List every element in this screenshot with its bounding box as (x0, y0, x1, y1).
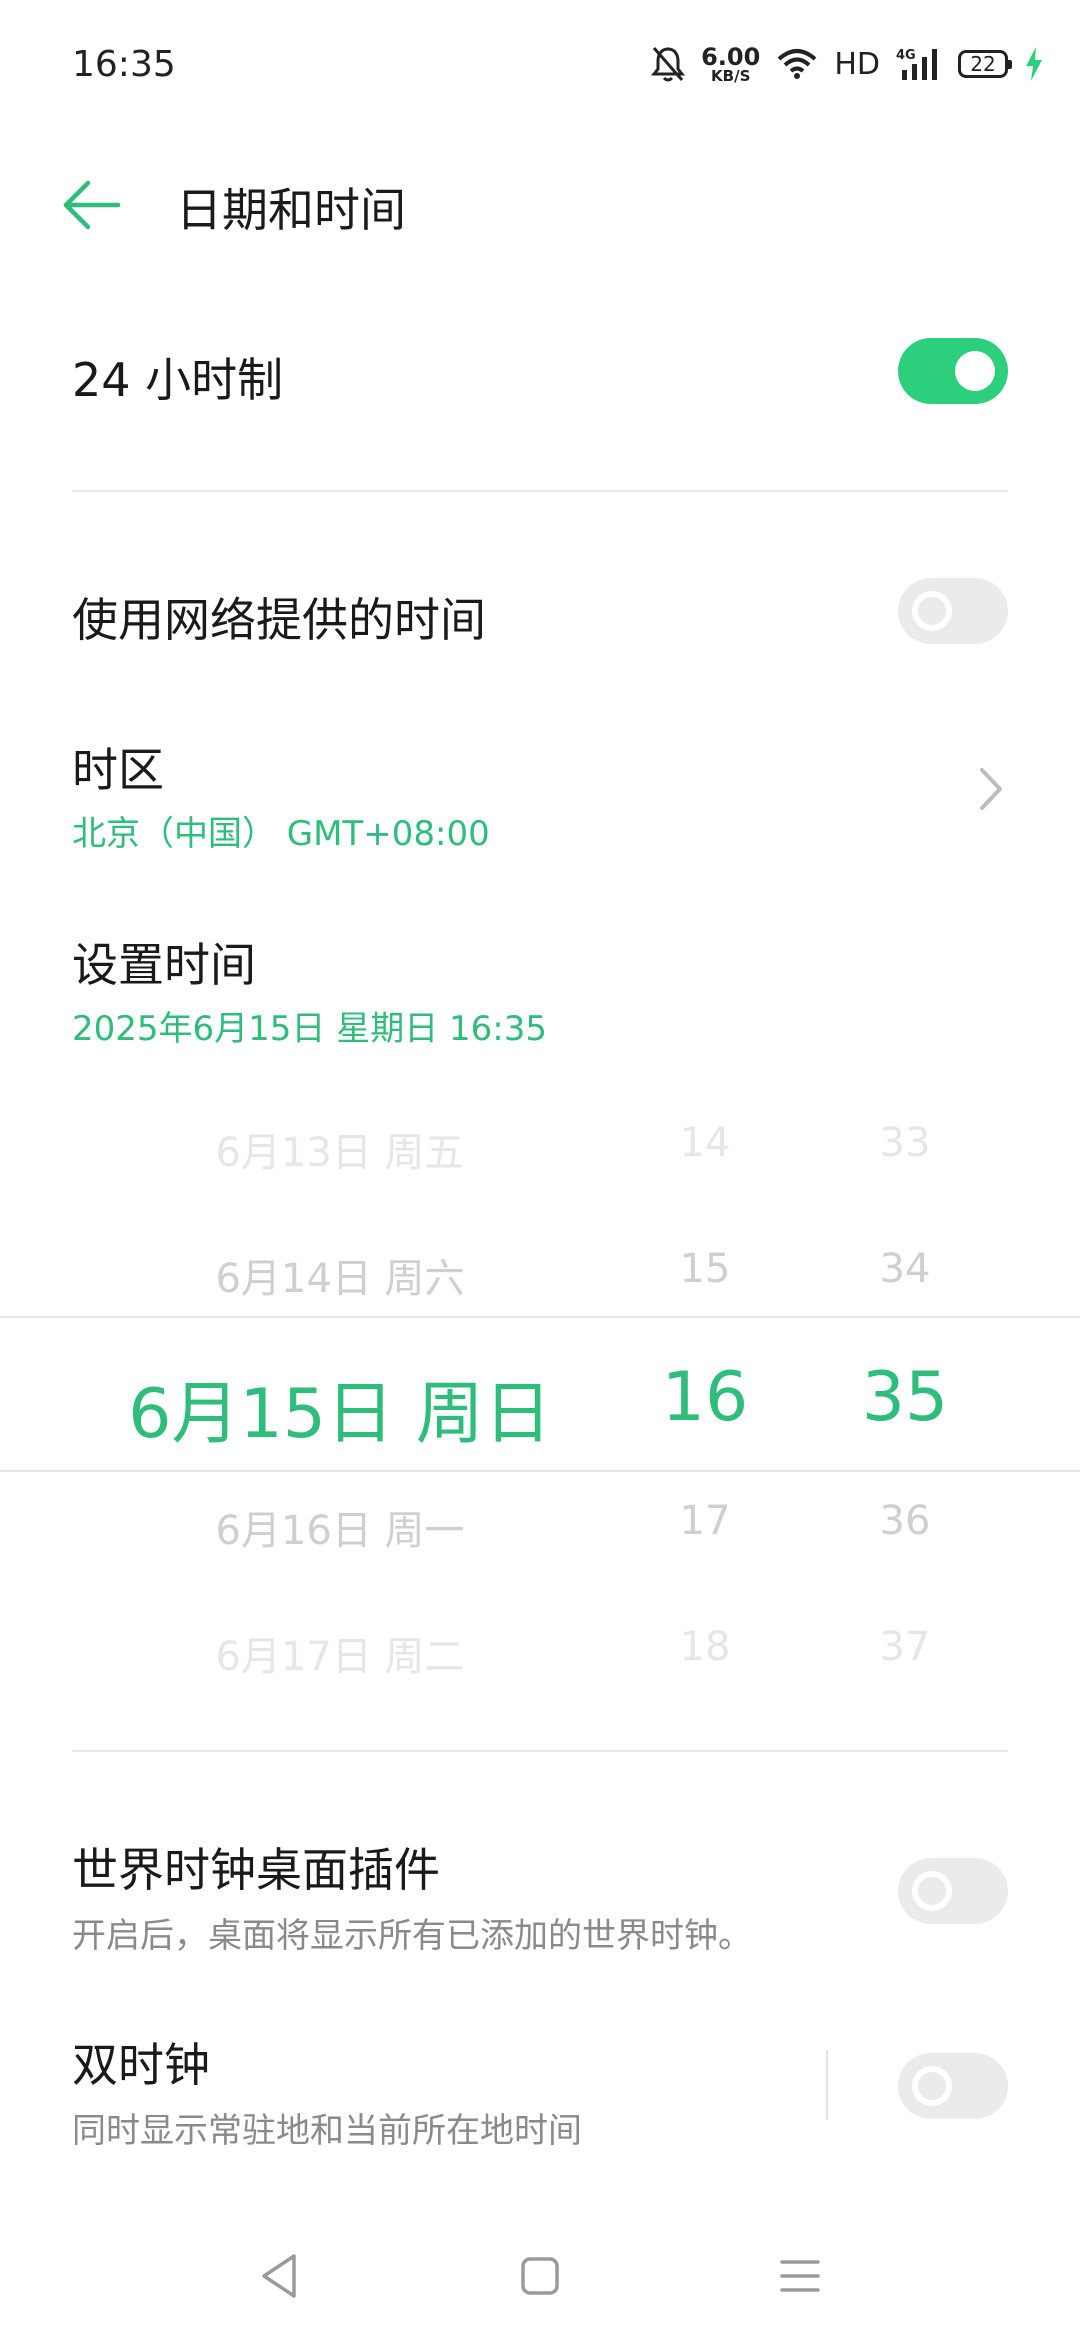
divider (72, 490, 1008, 492)
hour24-label: 24 小时制 (72, 353, 284, 407)
picker-hour-item[interactable]: 17 (640, 1498, 770, 1544)
world-clock-toggle[interactable] (898, 1858, 1008, 1924)
toggle-knob (912, 2066, 952, 2106)
dual-clock-toggle[interactable] (898, 2053, 1008, 2119)
set-time-value: 2025年6月15日 星期日 16:35 (72, 1009, 548, 1049)
picker-minute-item[interactable]: 36 (840, 1498, 970, 1544)
header: 日期和时间 (0, 150, 1080, 260)
picker-minute-item[interactable]: 37 (840, 1624, 970, 1670)
back-triangle-icon[interactable] (250, 2246, 310, 2306)
hour24-row[interactable]: 24 小时制 (0, 310, 1080, 430)
bell-off-icon (651, 47, 686, 82)
timezone-row[interactable]: 时区 北京（中国） GMT+08:00 (0, 710, 1080, 870)
nav-bar (0, 2220, 1080, 2340)
net-speed-value: 6.00 (701, 42, 761, 71)
picker-date-item[interactable]: 6月14日 周六 (140, 1246, 540, 1304)
picker-hour-selected[interactable]: 16 (640, 1358, 770, 1437)
datetime-picker[interactable]: 6月13日 周五 14 33 6月14日 周六 15 34 6月15日 周日 1… (0, 1090, 1080, 1730)
timezone-label: 时区 (72, 743, 164, 797)
wifi-icon (778, 49, 817, 79)
dual-clock-description: 同时显示常驻地和当前所在地时间 (72, 2111, 582, 2151)
signal-icon: 4G (896, 48, 937, 80)
network-time-toggle[interactable] (898, 578, 1008, 644)
picker-date-item[interactable]: 6月13日 周五 (140, 1120, 540, 1178)
toggle-knob (912, 1871, 952, 1911)
network-time-row[interactable]: 使用网络提供的时间 (0, 550, 1080, 670)
set-time-row[interactable]: 设置时间 2025年6月15日 星期日 16:35 (0, 905, 1080, 1065)
timezone-value: 北京（中国） GMT+08:00 (72, 814, 490, 854)
battery-icon: 22 (958, 50, 1012, 78)
network-time-label: 使用网络提供的时间 (72, 593, 486, 647)
picker-date-selected[interactable]: 6月15日 周日 (100, 1358, 580, 1457)
dual-clock-label: 双时钟 (72, 2038, 210, 2092)
divider (72, 1750, 1008, 1752)
dual-clock-row[interactable]: 双时钟 同时显示常驻地和当前所在地时间 (0, 2005, 1080, 2165)
status-time: 16:35 (72, 44, 176, 85)
menu-lines-icon[interactable] (770, 2246, 830, 2306)
picker-hour-item[interactable]: 14 (640, 1120, 770, 1166)
status-icons: 6.00 KB/S HD 4G 22 (651, 40, 1044, 88)
picker-hour-item[interactable]: 18 (640, 1624, 770, 1670)
page-title: 日期和时间 (176, 183, 406, 237)
world-clock-description: 开启后，桌面将显示所有已添加的世界时钟。 (72, 1916, 752, 1956)
status-bar: 16:35 6.00 KB/S HD 4G 22 (0, 0, 1080, 130)
picker-hour-item[interactable]: 15 (640, 1246, 770, 1292)
chevron-right-icon (980, 768, 1002, 810)
net-speed-unit: KB/S (711, 66, 751, 85)
picker-minute-selected[interactable]: 35 (840, 1358, 970, 1437)
back-arrow-icon[interactable] (60, 178, 124, 232)
picker-date-item[interactable]: 6月17日 周二 (140, 1624, 540, 1682)
hour24-toggle[interactable] (898, 338, 1008, 404)
battery-level: 22 (970, 52, 996, 76)
world-clock-label: 世界时钟桌面插件 (72, 1843, 440, 1897)
signal-label: 4G (896, 48, 916, 63)
picker-selection-line (0, 1470, 1080, 1472)
picker-selection-line (0, 1316, 1080, 1318)
picker-date-item[interactable]: 6月16日 周一 (140, 1498, 540, 1556)
net-speed: 6.00 KB/S (701, 45, 760, 84)
vertical-separator (826, 2050, 828, 2120)
picker-minute-item[interactable]: 34 (840, 1246, 970, 1292)
toggle-knob (955, 351, 995, 391)
world-clock-row[interactable]: 世界时钟桌面插件 开启后，桌面将显示所有已添加的世界时钟。 (0, 1810, 1080, 1970)
hd-label: HD (834, 46, 880, 82)
home-square-icon[interactable] (510, 2246, 570, 2306)
toggle-knob (912, 591, 952, 631)
picker-minute-item[interactable]: 33 (840, 1120, 970, 1166)
set-time-label: 设置时间 (72, 938, 256, 992)
charging-bolt-icon (1026, 47, 1042, 81)
